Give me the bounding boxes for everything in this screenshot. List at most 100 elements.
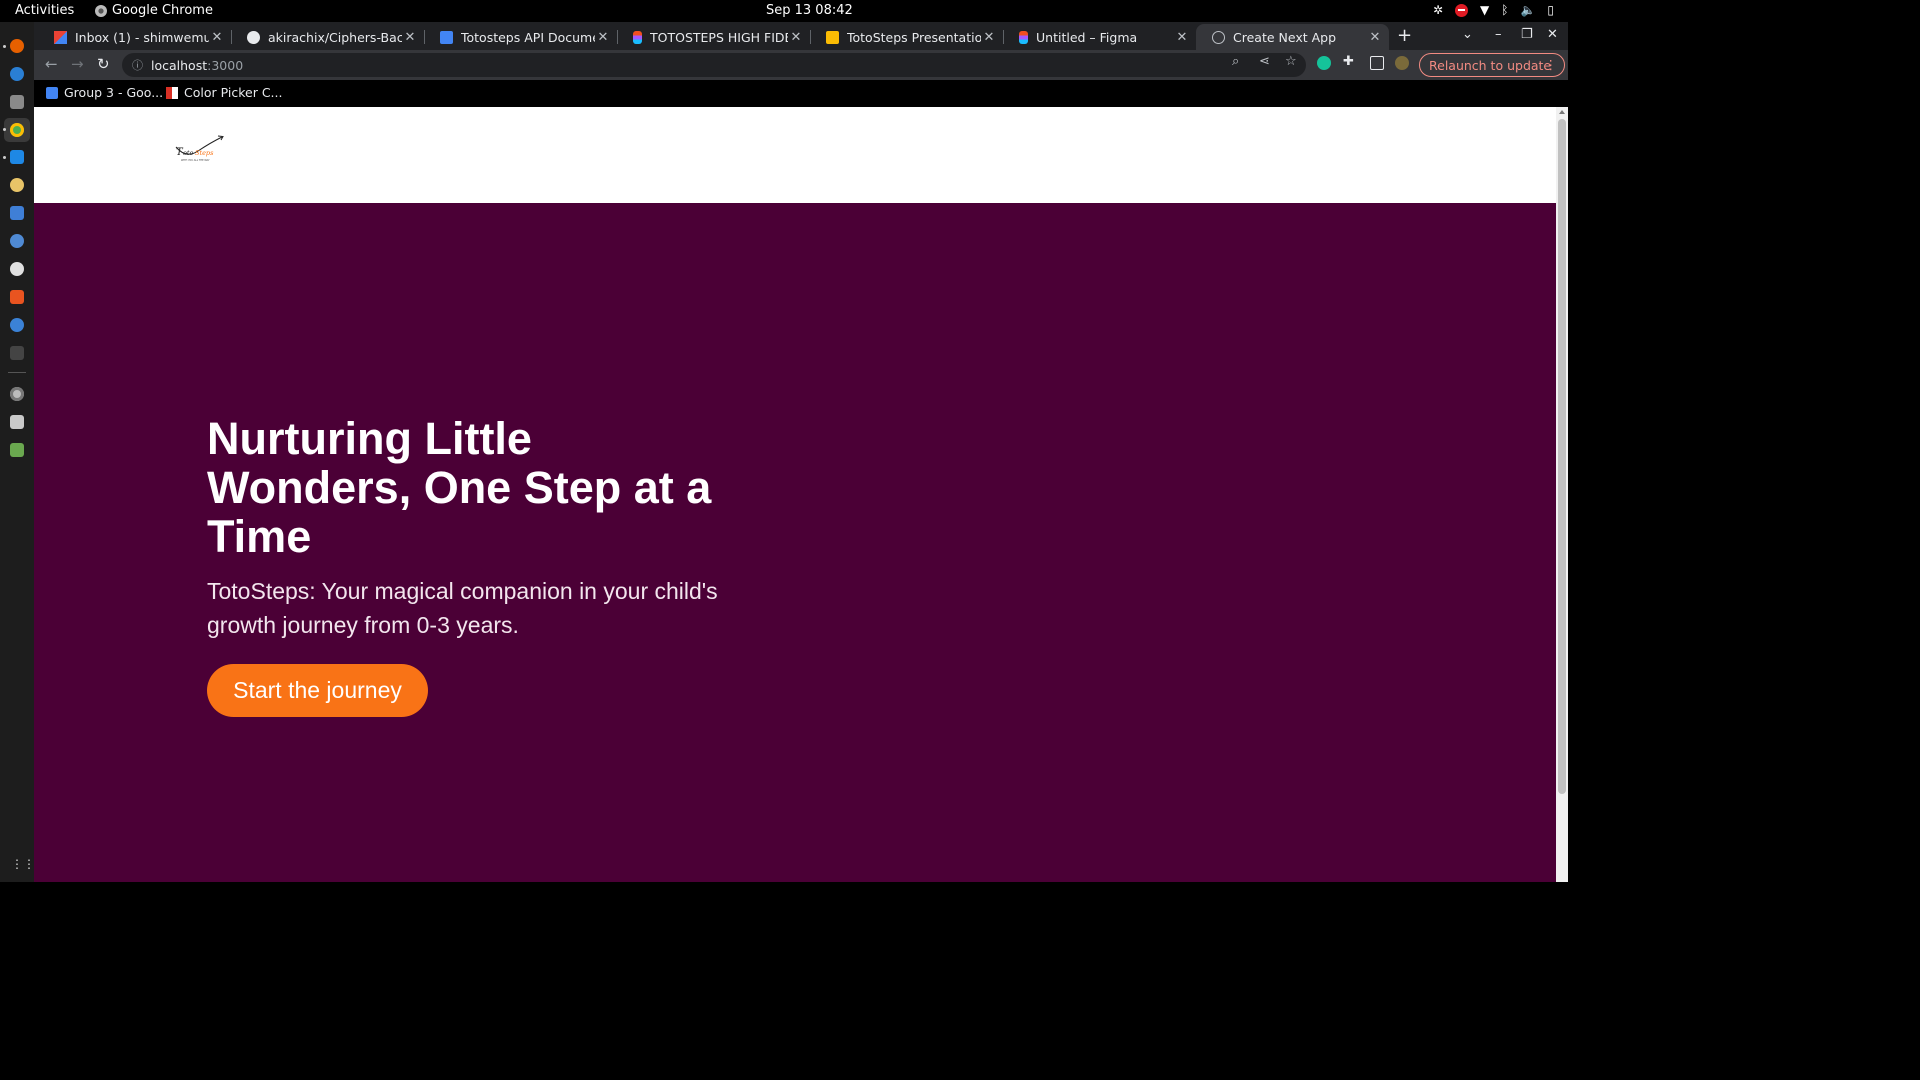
hero-section: Nurturing Little Wonders, One Step at a …: [34, 203, 1556, 882]
svg-text:WITH YOU ALL THE WAY: WITH YOU ALL THE WAY: [181, 159, 210, 162]
back-icon[interactable]: ←: [45, 55, 58, 73]
scroll-up-icon[interactable]: [1559, 110, 1565, 114]
tab-api-docs[interactable]: Totosteps API Document ✕: [424, 24, 617, 50]
hero-title: Nurturing Little Wonders, One Step at a …: [207, 413, 712, 562]
extensions-icon[interactable]: ✚: [1343, 54, 1354, 69]
bookmark-star-icon[interactable]: ☆: [1285, 54, 1297, 69]
tab-label: Create Next App: [1233, 29, 1337, 45]
start-journey-button[interactable]: Start the journey: [207, 664, 428, 717]
tab-github[interactable]: akirachix/Ciphers-Backen ✕: [231, 24, 424, 50]
relaunch-button[interactable]: Relaunch to update ⋮: [1419, 53, 1565, 77]
wifi-icon: ▼: [1480, 3, 1490, 17]
restore-icon[interactable]: ❐: [1521, 27, 1533, 42]
figma-icon: [633, 30, 642, 44]
battery-icon: ▯: [1547, 3, 1554, 17]
bookmarks-bar: Group 3 - Goo... Color Picker C...: [34, 80, 1568, 107]
google-slides-icon: [826, 30, 839, 44]
address-bar[interactable]: ⓘ localhost:3000: [122, 53, 1306, 77]
tab-figma-hifi[interactable]: TOTOSTEPS HIGH FIDELI ✕: [617, 24, 810, 50]
hero-subtitle: TotoSteps: Your magical companion in you…: [207, 578, 718, 638]
network-settings-icon: ✲: [1432, 3, 1443, 17]
tab-strip: Inbox (1) - shimwemuran ✕ akirachix/Ciph…: [34, 22, 1568, 50]
clock[interactable]: Sep 13 08:42: [766, 3, 853, 18]
google-docs-icon: [440, 30, 453, 44]
tab-label: TOTOSTEPS HIGH FIDELI: [650, 29, 788, 45]
tab-label: Inbox (1) - shimwemuran: [75, 29, 209, 45]
site-info-icon[interactable]: ⓘ: [132, 57, 143, 73]
help-icon[interactable]: [10, 318, 24, 332]
tab-label: Totosteps API Document: [461, 29, 595, 45]
github-icon: [247, 30, 260, 44]
bookmark-group3[interactable]: Group 3 - Goo...: [46, 85, 163, 100]
close-icon[interactable]: ✕: [1174, 30, 1190, 45]
close-icon[interactable]: ✕: [402, 30, 418, 45]
svg-text:Steps: Steps: [195, 149, 214, 157]
relaunch-label: Relaunch to update: [1429, 57, 1552, 73]
do-not-disturb-icon: [1455, 3, 1468, 17]
software-center-icon[interactable]: [10, 234, 24, 248]
close-icon[interactable]: ✕: [595, 30, 611, 45]
close-icon[interactable]: ✕: [1367, 30, 1383, 45]
vscode-icon[interactable]: [10, 150, 24, 164]
bookmark-label: Color Picker C...: [184, 85, 283, 100]
minimize-icon[interactable]: –: [1495, 27, 1502, 42]
activities-button[interactable]: Activities: [15, 3, 74, 18]
browser-toolbar: ← → ↻ ⓘ localhost:3000 ⌕ ⋖ ☆ ✚ Relaunch …: [34, 50, 1568, 80]
tab-gmail[interactable]: Inbox (1) - shimwemuran ✕: [38, 24, 231, 50]
figma-icon: [1019, 30, 1028, 44]
tab-label: akirachix/Ciphers-Backen: [268, 29, 402, 45]
svg-text:oto: oto: [183, 149, 194, 157]
trash-icon[interactable]: [10, 443, 24, 457]
share-icon[interactable]: ⋖: [1259, 54, 1270, 69]
tab-presentation[interactable]: TotoSteps Presentation - ✕: [810, 24, 1003, 50]
disk-icon[interactable]: [10, 387, 24, 401]
close-icon[interactable]: ✕: [788, 30, 804, 45]
gmail-icon: [54, 30, 67, 44]
totosteps-logo[interactable]: T oto Steps WITH YOU ALL THE WAY: [172, 133, 228, 169]
profile-avatar[interactable]: [1395, 56, 1409, 70]
rhythmbox-icon[interactable]: [10, 178, 24, 192]
tab-label: Untitled – Figma: [1036, 29, 1138, 45]
tab-create-next-app[interactable]: Create Next App ✕: [1196, 24, 1389, 50]
side-panel-icon[interactable]: [1370, 56, 1384, 70]
tab-search-icon[interactable]: ⌄: [1462, 27, 1473, 42]
thunderbird-icon[interactable]: [10, 67, 24, 81]
site-header: T oto Steps WITH YOU ALL THE WAY: [34, 107, 1556, 203]
menu-dots-icon: ⋮: [1544, 57, 1558, 72]
firefox-icon[interactable]: [10, 39, 24, 53]
volume-icon: 🔈: [1520, 3, 1536, 17]
close-icon[interactable]: ✕: [981, 30, 997, 45]
chromium-icon[interactable]: [10, 262, 24, 276]
new-tab-button[interactable]: +: [1397, 25, 1412, 46]
grammarly-icon[interactable]: [1317, 56, 1331, 70]
zoom-icon[interactable]: ⌕: [1232, 54, 1239, 69]
dock-running-dot: [3, 156, 6, 159]
chrome-dock-icon[interactable]: [10, 123, 24, 137]
drive-icon[interactable]: [10, 415, 24, 429]
window-close-icon[interactable]: ✕: [1547, 27, 1558, 42]
bluetooth-icon: ᛒ: [1501, 3, 1509, 17]
bookmark-color-picker[interactable]: Color Picker C...: [166, 85, 282, 100]
google-docs-icon: [46, 86, 58, 99]
tab-label: TotoSteps Presentation -: [847, 29, 981, 45]
close-icon[interactable]: ✕: [209, 30, 225, 45]
tab-figma-untitled[interactable]: Untitled – Figma ✕: [1003, 24, 1196, 50]
ubuntu-software-icon[interactable]: [10, 290, 24, 304]
reload-icon[interactable]: ↻: [97, 55, 110, 73]
terminal-icon[interactable]: [10, 346, 24, 360]
page-scrollbar[interactable]: [1556, 107, 1568, 882]
writer-icon[interactable]: [10, 206, 24, 220]
url-host: localhost: [151, 57, 208, 73]
app-menu[interactable]: Google Chrome: [95, 3, 213, 18]
system-top-bar: Activities Google Chrome Sep 13 08:42 ✲ …: [0, 0, 1568, 22]
scrollbar-thumb[interactable]: [1558, 119, 1566, 794]
dock-running-dot: [3, 128, 6, 131]
dock-running-dot: [3, 45, 6, 48]
globe-icon: [1212, 30, 1225, 44]
bookmark-label: Group 3 - Goo...: [64, 85, 164, 100]
system-tray[interactable]: ✲ ▼ ᛒ 🔈 ▯: [1433, 3, 1554, 17]
forward-icon[interactable]: →: [71, 55, 84, 73]
files-icon[interactable]: [10, 95, 24, 109]
color-picker-icon: [166, 86, 178, 99]
url-port: :3000: [207, 57, 244, 73]
